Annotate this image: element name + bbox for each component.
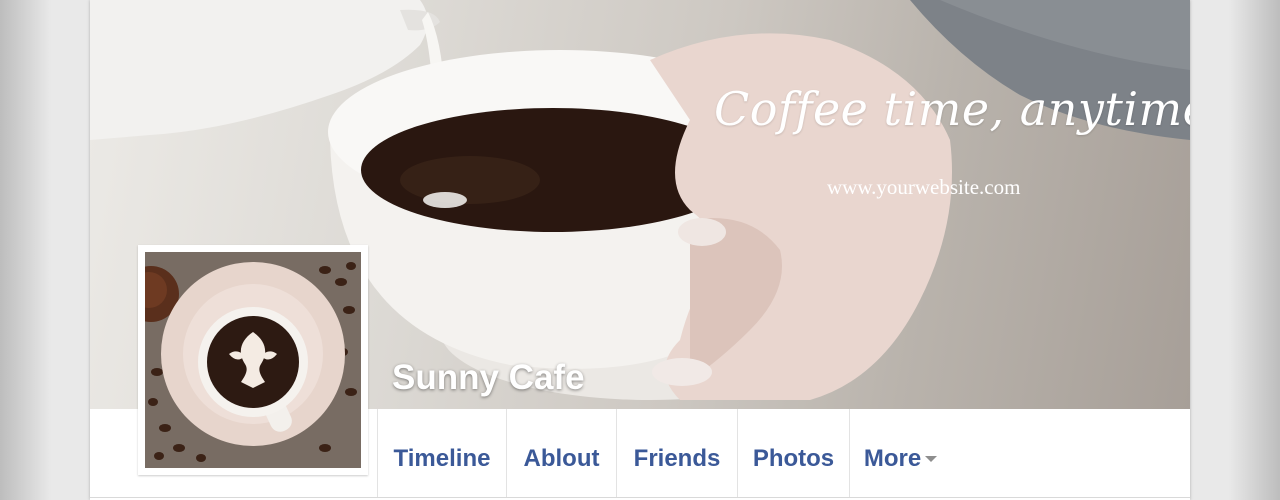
page-frame: Coffee time, anytime www.yourwebsite.com…	[90, 0, 1190, 500]
tab-friends[interactable]: Friends	[616, 409, 737, 497]
tab-label: Timeline	[393, 444, 491, 472]
cover-website: www.yourwebsite.com	[827, 175, 1021, 199]
cover-tagline: Coffee time, anytime	[714, 82, 1190, 136]
tab-label: Friends	[633, 444, 721, 472]
page-title[interactable]: Sunny Cafe	[392, 358, 585, 398]
tab-label: Ablout	[523, 444, 600, 472]
tab-timeline[interactable]: Timeline	[377, 409, 506, 497]
profile-picture[interactable]	[138, 245, 368, 475]
nav-tabs: Timeline Ablout Friends Photos More	[377, 409, 951, 497]
caret-down-icon	[925, 455, 938, 462]
tab-more[interactable]: More	[849, 409, 951, 497]
tab-label: More	[863, 444, 922, 472]
tab-about[interactable]: Ablout	[506, 409, 616, 497]
tab-label: Photos	[752, 444, 835, 472]
tab-photos[interactable]: Photos	[737, 409, 849, 497]
latte-art-illustration	[145, 252, 361, 468]
